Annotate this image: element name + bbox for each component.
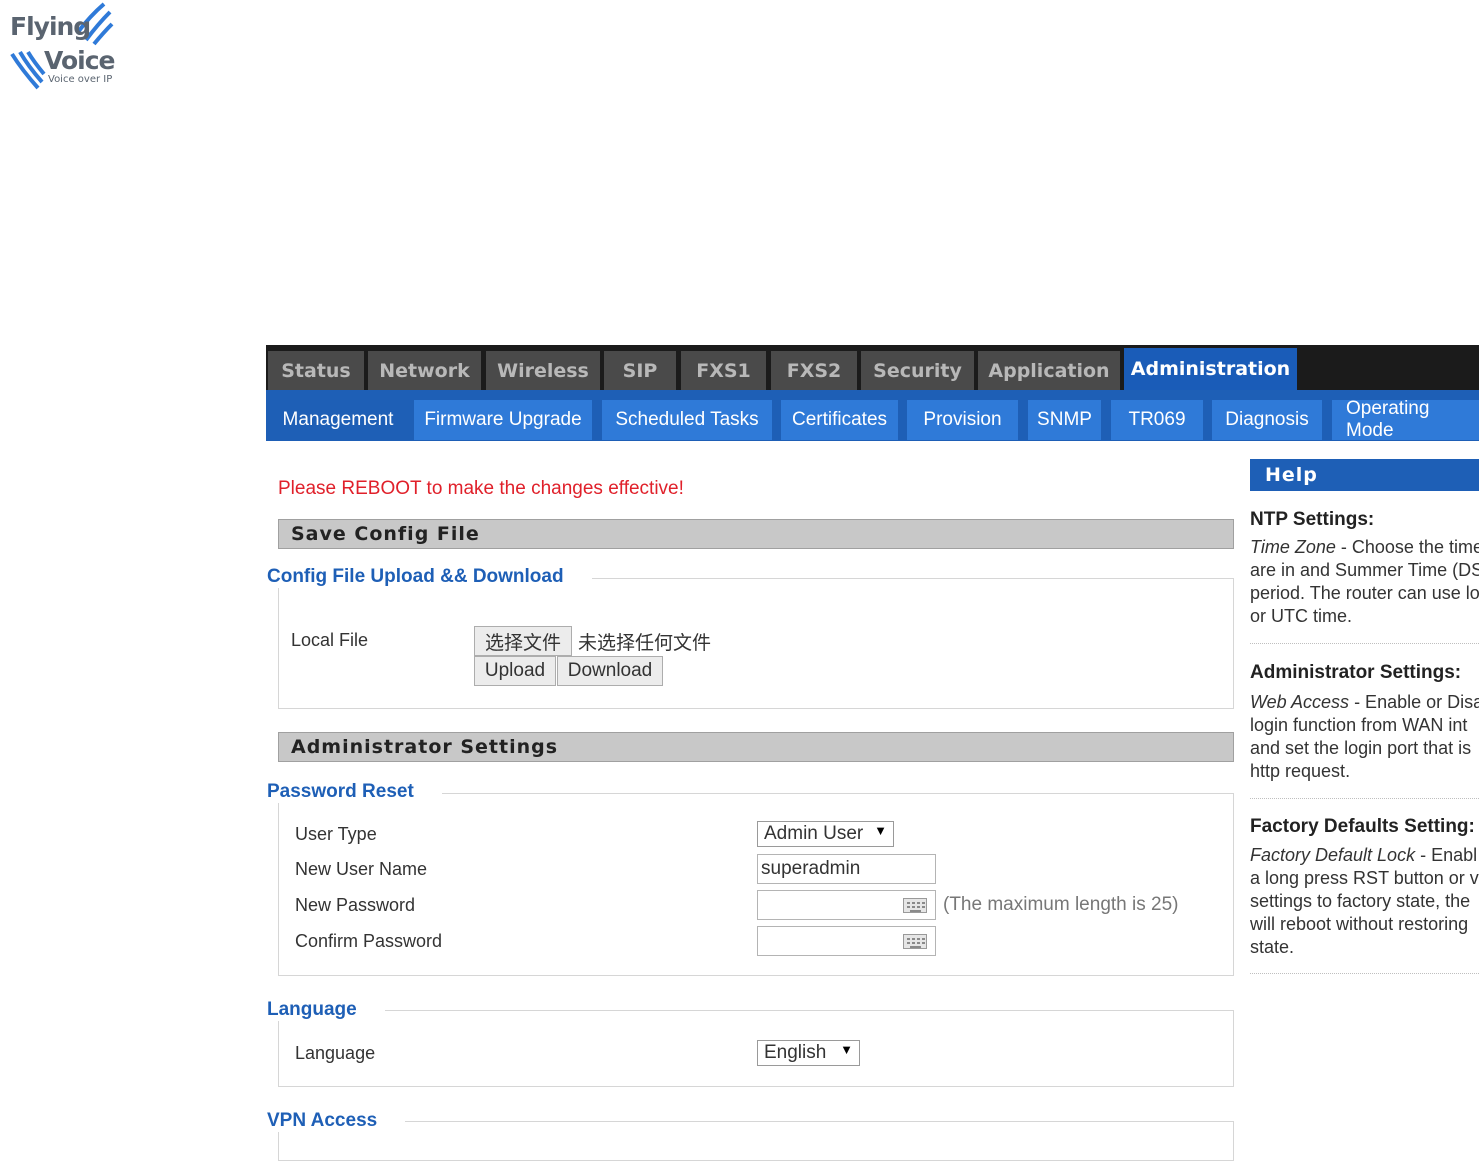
language-fieldset <box>278 1010 1234 1087</box>
user-type-select[interactable]: Admin User ▼ <box>757 821 894 847</box>
help-factory-line: will reboot without restoring <box>1250 914 1469 934</box>
logo-tagline: Voice over IP <box>48 74 113 85</box>
subtab-tr069[interactable]: TR069 <box>1111 400 1203 440</box>
tab-sip[interactable]: SIP <box>604 351 676 390</box>
help-ntp-line: period. The router can use lo <box>1250 583 1479 603</box>
help-factory-term: Factory Default Lock <box>1250 845 1416 865</box>
new-user-name-label: New User Name <box>295 859 428 879</box>
top-navigation: Status Network Wireless SIP FXS1 FXS2 Se… <box>266 345 1479 390</box>
language-value: English <box>764 1042 827 1063</box>
help-admin-line: login function from WAN int <box>1250 715 1468 735</box>
help-admin-term: Web Access <box>1250 692 1350 712</box>
tab-administration[interactable]: Administration <box>1124 348 1297 390</box>
tab-fxs2[interactable]: FXS2 <box>771 351 857 390</box>
subtab-operating-mode[interactable]: Operating Mode <box>1332 398 1479 441</box>
keyboard-icon <box>903 898 927 913</box>
dropdown-arrow-icon: ▼ <box>840 1042 853 1057</box>
subtab-firmware-upgrade[interactable]: Firmware Upgrade <box>414 400 592 440</box>
logo-word-flying: Flying <box>10 12 91 41</box>
language-legend: Language <box>267 999 385 1021</box>
help-factory-title: Factory Defaults Setting: <box>1250 816 1475 837</box>
vpn-access-fieldset <box>278 1121 1234 1161</box>
tab-security[interactable]: Security <box>861 351 974 390</box>
user-type-value: Admin User <box>764 823 864 844</box>
language-label: Language <box>295 1043 376 1063</box>
language-select[interactable]: English ▼ <box>757 1040 860 1066</box>
help-factory-line: settings to factory state, the <box>1250 891 1471 911</box>
help-admin-line: http request. <box>1250 761 1351 781</box>
new-user-name-input[interactable]: superadmin <box>757 854 936 884</box>
help-admin-line: and set the login port that is <box>1250 738 1472 758</box>
download-button[interactable]: Download <box>557 656 663 686</box>
subtab-management[interactable]: Management <box>274 400 402 440</box>
help-divider <box>1250 798 1479 799</box>
tab-status[interactable]: Status <box>268 351 364 390</box>
help-ntp-line: or UTC time. <box>1250 606 1353 626</box>
help-admin-title: Administrator Settings: <box>1250 662 1462 683</box>
tab-fxs1[interactable]: FXS1 <box>681 351 766 390</box>
sub-navigation: Management Firmware Upgrade Scheduled Ta… <box>266 390 1479 441</box>
admin-settings-section-header: Administrator Settings <box>278 732 1234 762</box>
subtab-certificates[interactable]: Certificates <box>781 400 898 440</box>
subtab-diagnosis[interactable]: Diagnosis <box>1212 400 1322 440</box>
help-factory-line: a long press RST button or v <box>1250 868 1479 888</box>
upload-button[interactable]: Upload <box>474 656 556 686</box>
help-ntp-line: are in and Summer Time (DS <box>1250 560 1479 580</box>
max-length-hint: (The maximum length is 25) <box>943 894 1179 915</box>
help-divider <box>1250 973 1479 974</box>
help-ntp-line: - Choose the time <box>1340 537 1479 557</box>
help-admin-text: Web Access - Enable or Disa login functi… <box>1250 691 1479 783</box>
choose-file-button[interactable]: 选择文件 <box>474 626 572 656</box>
subtab-provision[interactable]: Provision <box>907 400 1018 440</box>
user-type-label: User Type <box>295 824 377 844</box>
help-ntp-text: Time Zone - Choose the time are in and S… <box>1250 536 1479 628</box>
tab-network[interactable]: Network <box>368 351 481 390</box>
help-factory-line: state. <box>1250 937 1295 957</box>
flyingvoice-logo: Flying Voice Voice over IP <box>8 2 118 92</box>
help-ntp-term: Time Zone <box>1250 537 1336 557</box>
password-reset-legend: Password Reset <box>267 781 442 803</box>
help-admin-line: - Enable or Disa <box>1354 692 1479 712</box>
subtab-scheduled-tasks[interactable]: Scheduled Tasks <box>602 400 772 440</box>
logo-word-voice: Voice <box>44 46 116 75</box>
help-header: Help <box>1250 459 1479 491</box>
subtab-snmp[interactable]: SNMP <box>1028 400 1101 440</box>
help-factory-line: - Enabl <box>1420 845 1478 865</box>
vpn-access-legend: VPN Access <box>267 1110 406 1132</box>
dropdown-arrow-icon: ▼ <box>874 823 887 838</box>
config-file-legend: Config File Upload && Download <box>267 566 592 588</box>
new-password-input[interactable] <box>757 890 936 920</box>
reboot-notice: Please REBOOT to make the changes effect… <box>278 478 684 499</box>
config-file-fieldset <box>278 578 1234 709</box>
keyboard-icon <box>903 934 927 949</box>
confirm-password-label: Confirm Password <box>295 931 443 951</box>
no-file-chosen-text: 未选择任何文件 <box>578 633 712 654</box>
confirm-password-input[interactable] <box>757 926 936 956</box>
tab-wireless[interactable]: Wireless <box>486 351 600 390</box>
save-config-section-header: Save Config File <box>278 519 1234 549</box>
local-file-label: Local File <box>291 630 369 650</box>
help-divider <box>1250 643 1479 644</box>
new-password-label: New Password <box>295 895 416 915</box>
tab-application[interactable]: Application <box>978 351 1120 390</box>
help-factory-text: Factory Default Lock - Enabl a long pres… <box>1250 844 1479 959</box>
help-ntp-title: NTP Settings: <box>1250 509 1375 530</box>
